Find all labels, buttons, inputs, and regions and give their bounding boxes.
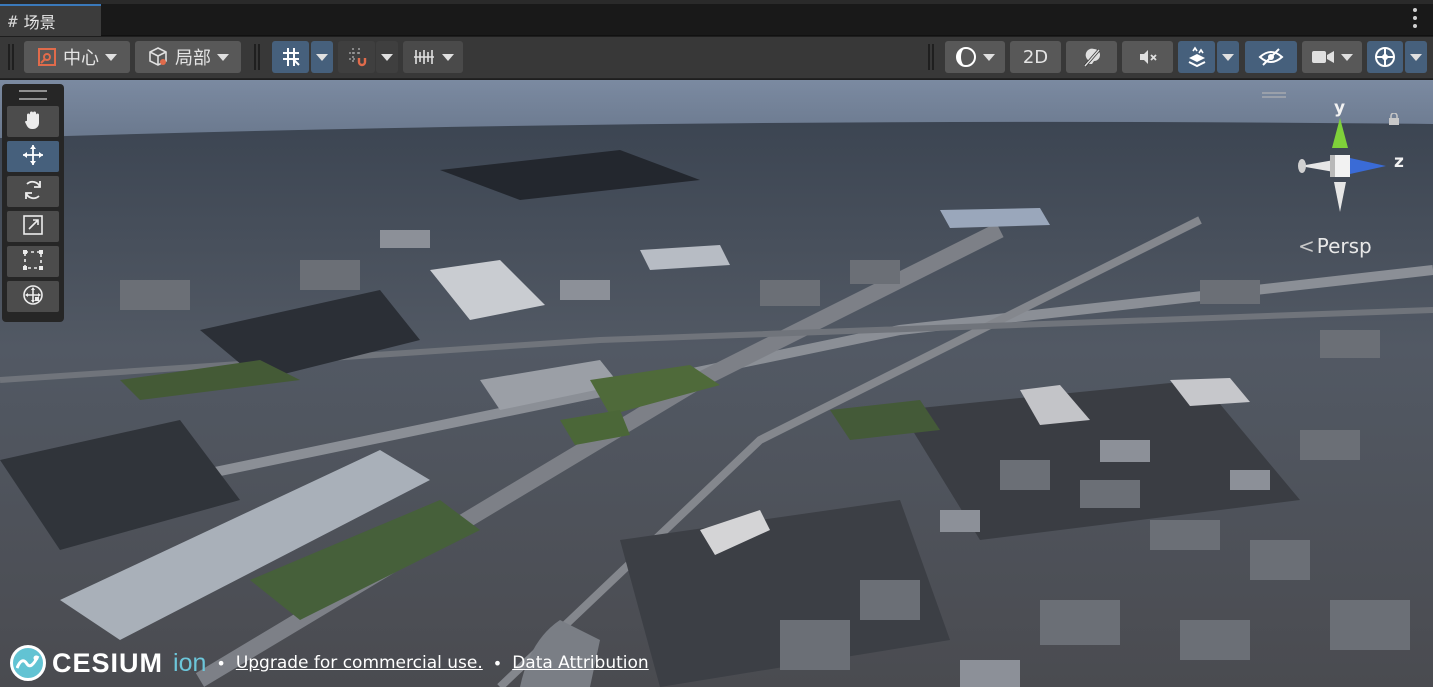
scale-icon [22,214,44,240]
toolbar-grip-right[interactable] [928,44,934,70]
grid-visibility-dropdown[interactable] [403,41,463,73]
chevron-down-icon [316,53,328,61]
orientation-gizmo[interactable]: y z [1290,96,1410,216]
toolbar-grip-left[interactable] [8,44,14,70]
gizmo-globe-icon [1373,45,1397,69]
chevron-down-icon [105,53,117,61]
scene-viewport[interactable] [0,80,1433,687]
rotate-tool-button[interactable] [7,176,59,207]
rect-transform-icon [22,249,44,275]
lighting-bulb-icon [1081,46,1103,68]
toolbar-grip-2[interactable] [254,44,260,70]
audio-muted-icon [1137,46,1159,68]
gizmo-z-label: z [1394,152,1404,172]
tab-bar: # 场景 [0,0,1433,36]
credits-separator-2: • [492,653,503,673]
gizmo-y-label: y [1334,98,1346,118]
tools-overlay [2,84,64,322]
gizmos-toggle[interactable] [1367,41,1403,73]
chevron-down-icon [1410,53,1422,61]
grid-snap-dropdown[interactable] [311,41,333,73]
scene-visibility-toggle[interactable] [1245,41,1297,73]
cesium-logo-icon [10,645,46,681]
chevron-down-icon [381,53,393,61]
cesium-ion-text: ion [173,648,207,677]
effects-dropdown[interactable] [1217,41,1239,73]
chevron-down-icon [217,53,229,61]
chevron-down-icon [442,53,454,61]
cesium-logo-text: CESIUM [52,647,164,678]
chevron-down-icon [1341,53,1353,61]
upgrade-link[interactable]: Upgrade for commercial use. [236,653,483,673]
snap-magnet-icon [345,45,369,69]
tab-scene-label: 场景 [23,13,56,32]
chevron-down-icon [1222,53,1234,61]
city-3d-tiles [0,80,1433,687]
tab-scene[interactable]: # 场景 [0,4,101,36]
overlay-handle[interactable] [19,90,47,100]
hand-icon [22,109,44,135]
grid-snap-toggle[interactable] [272,41,309,73]
projection-label: Persp [1316,234,1372,258]
grid-ruler-icon [412,46,436,68]
eye-hidden-icon [1258,46,1284,68]
scene-toolbar: 中心 局部 2D [0,37,1433,79]
tab-options-menu-icon[interactable] [1411,8,1419,28]
chevron-down-icon [983,53,995,61]
camera-icon [1311,48,1335,66]
incremental-snap-dropdown[interactable] [376,41,398,73]
pivot-mode-dropdown[interactable]: 中心 [24,41,130,73]
incremental-snap-toggle[interactable] [338,41,375,73]
cube-local-icon [147,46,169,68]
toggle-2d-button[interactable]: 2D [1010,41,1061,73]
space-mode-label: 局部 [175,48,211,69]
pivot-icon [37,47,57,67]
camera-settings-dropdown[interactable] [1302,41,1362,73]
audio-toggle[interactable] [1122,41,1173,73]
effects-layers-icon [1185,46,1209,68]
gizmos-dropdown[interactable] [1405,41,1427,73]
move-arrows-icon [21,143,45,171]
rotate-icon [21,178,45,206]
cesium-credits: CESIUM ion • Upgrade for commercial use.… [10,645,649,681]
rect-tool-button[interactable] [7,246,59,277]
effects-toggle[interactable] [1178,41,1215,73]
transform-tool-button[interactable] [7,281,59,312]
lighting-toggle[interactable] [1066,41,1117,73]
pivot-rotation-dropdown[interactable]: 局部 [135,41,241,73]
scale-tool-button[interactable] [7,211,59,242]
grid-snap-icon [279,45,303,69]
arrow-left-icon: < [1298,234,1315,258]
toggle-2d-label: 2D [1022,46,1049,68]
data-attribution-link[interactable]: Data Attribution [512,653,649,673]
move-tool-button[interactable] [7,141,59,172]
draw-mode-dropdown[interactable] [945,41,1005,73]
view-tool-button[interactable] [7,106,59,137]
transform-all-icon [21,283,45,311]
top-line [0,0,1433,4]
shading-sphere-icon [955,46,977,68]
credits-separator: • [216,653,226,673]
scene-grid-icon: # [8,11,18,31]
camera-projection-toggle[interactable]: < Persp [1298,234,1372,258]
pivot-mode-label: 中心 [63,48,99,69]
overlay-drag-handle[interactable] [1262,92,1286,98]
